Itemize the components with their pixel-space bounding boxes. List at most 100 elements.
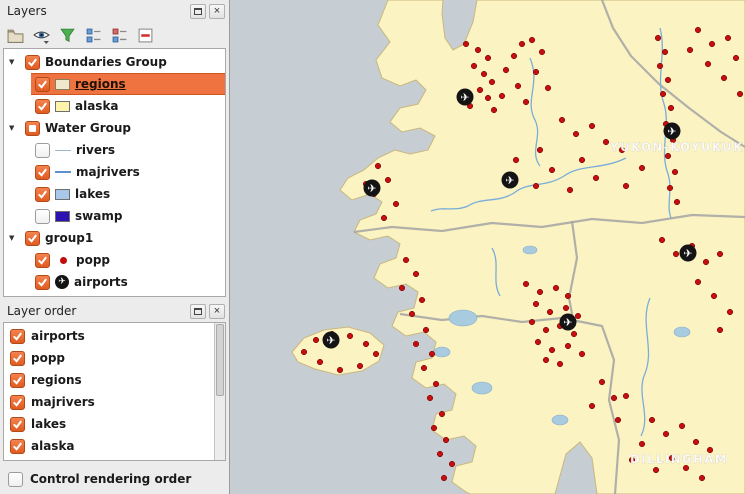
popp-point (535, 339, 541, 345)
layer-checkbox[interactable] (25, 55, 40, 70)
popp-point (529, 37, 535, 43)
layer-checkbox[interactable] (10, 439, 25, 454)
layer-group-water-group[interactable]: ▼Water Group (4, 117, 225, 139)
svg-text:✈: ✈ (326, 334, 335, 347)
popp-point (668, 105, 674, 111)
layer-checkbox[interactable] (10, 417, 25, 432)
popp-point (539, 49, 545, 55)
popp-point (655, 35, 661, 41)
popp-point (515, 83, 521, 89)
layer-checkbox[interactable] (35, 275, 50, 290)
layer-item-swamp[interactable]: swamp (4, 205, 225, 227)
popp-point (433, 381, 439, 387)
float-panel-button[interactable] (190, 304, 206, 319)
expand-arrow-icon[interactable]: ▼ (9, 124, 20, 132)
vertical-scrollbar[interactable] (214, 323, 225, 460)
layer-checkbox[interactable] (35, 209, 50, 224)
layer-checkbox[interactable] (35, 99, 50, 114)
order-item-lakes[interactable]: lakes (4, 413, 225, 435)
layer-item-lakes[interactable]: lakes (4, 183, 225, 205)
popp-point (375, 163, 381, 169)
scrollbar-thumb[interactable] (216, 324, 224, 396)
expand-arrow-icon[interactable]: ▼ (9, 58, 20, 66)
map-canvas[interactable]: ✈✈✈✈✈✈✈ YUKON-KOYUKUKDILLINGHAM (230, 0, 745, 494)
layer-checkbox[interactable] (10, 329, 25, 344)
layer-label: airports (31, 329, 85, 343)
map-region-label: DILLINGHAM (630, 452, 728, 466)
popp-point (543, 357, 549, 363)
popp-point (423, 327, 429, 333)
popp-point (481, 71, 487, 77)
float-panel-button[interactable] (190, 4, 206, 19)
popp-point (513, 157, 519, 163)
layers-titlebar-buttons: × (187, 4, 225, 19)
popp-point (363, 341, 369, 347)
layer-checkbox[interactable] (35, 77, 50, 92)
popp-point (503, 67, 509, 73)
popp-point (549, 347, 555, 353)
filter-legend-button[interactable] (56, 24, 79, 47)
layer-checkbox[interactable] (35, 165, 50, 180)
popp-point (667, 185, 673, 191)
airport-symbol: ✈ (664, 123, 681, 140)
remove-layer-button[interactable] (134, 24, 157, 47)
control-rendering-order[interactable]: Control rendering order (0, 464, 229, 494)
layer-group-group1[interactable]: ▼group1 (4, 227, 225, 249)
popp-point (695, 279, 701, 285)
add-group-button[interactable] (4, 24, 27, 47)
popp-point (611, 395, 617, 401)
layer-checkbox[interactable] (25, 231, 40, 246)
layer-checkbox[interactable] (25, 121, 40, 136)
alaska-land-layer (292, 0, 745, 494)
map-region-label: YUKON-KOYUKUK (609, 140, 743, 154)
order-item-majrivers[interactable]: majrivers (4, 391, 225, 413)
close-panel-button[interactable]: × (209, 4, 225, 19)
popp-point (549, 167, 555, 173)
check-icon (12, 441, 23, 452)
airport-symbol: ✈ (457, 89, 474, 106)
layer-checkbox[interactable] (10, 373, 25, 388)
collapse-all-button[interactable] (108, 24, 131, 47)
collapse-all-icon (111, 27, 128, 44)
layer-item-popp[interactable]: popp (4, 249, 225, 271)
layers-panel: Layers × (0, 0, 229, 300)
order-item-regions[interactable]: regions (4, 369, 225, 391)
popp-point (571, 331, 577, 337)
partial-check-icon (29, 125, 36, 132)
layer-checkbox[interactable] (35, 143, 50, 158)
layer-order-titlebar-buttons: × (187, 304, 225, 319)
popp-point (665, 153, 671, 159)
order-item-alaska[interactable]: alaska (4, 435, 225, 457)
layer-item-alaska[interactable]: alaska (4, 95, 225, 117)
layer-checkbox[interactable] (10, 351, 25, 366)
popp-point (499, 93, 505, 99)
layer-label: airports (74, 275, 128, 289)
popp-point (705, 61, 711, 67)
popp-point (485, 55, 491, 61)
expand-all-button[interactable] (82, 24, 105, 47)
manage-visibility-button[interactable] (30, 24, 53, 47)
layer-checkbox[interactable] (35, 253, 50, 268)
popp-point (441, 475, 447, 481)
check-icon (27, 57, 38, 68)
layer-checkbox[interactable] (10, 395, 25, 410)
layer-item-rivers[interactable]: rivers (4, 139, 225, 161)
layer-group-boundaries-group[interactable]: ▼Boundaries Group (4, 51, 225, 73)
popp-point (443, 437, 449, 443)
popp-point (533, 69, 539, 75)
layer-checkbox[interactable] (35, 187, 50, 202)
expand-arrow-icon[interactable]: ▼ (9, 234, 20, 242)
popp-point (603, 139, 609, 145)
popp-point (567, 187, 573, 193)
control-rendering-checkbox[interactable] (8, 472, 23, 487)
order-item-airports[interactable]: airports (4, 325, 225, 347)
layer-item-majrivers[interactable]: majrivers (4, 161, 225, 183)
svg-text:✈: ✈ (563, 316, 572, 329)
layers-toolbar (0, 22, 229, 48)
layer-item-regions[interactable]: regions (31, 73, 225, 95)
layer-item-airports[interactable]: ✈airports (4, 271, 225, 293)
order-item-popp[interactable]: popp (4, 347, 225, 369)
popp-point (491, 107, 497, 113)
popp-point (529, 319, 535, 325)
close-panel-button[interactable]: × (209, 304, 225, 319)
